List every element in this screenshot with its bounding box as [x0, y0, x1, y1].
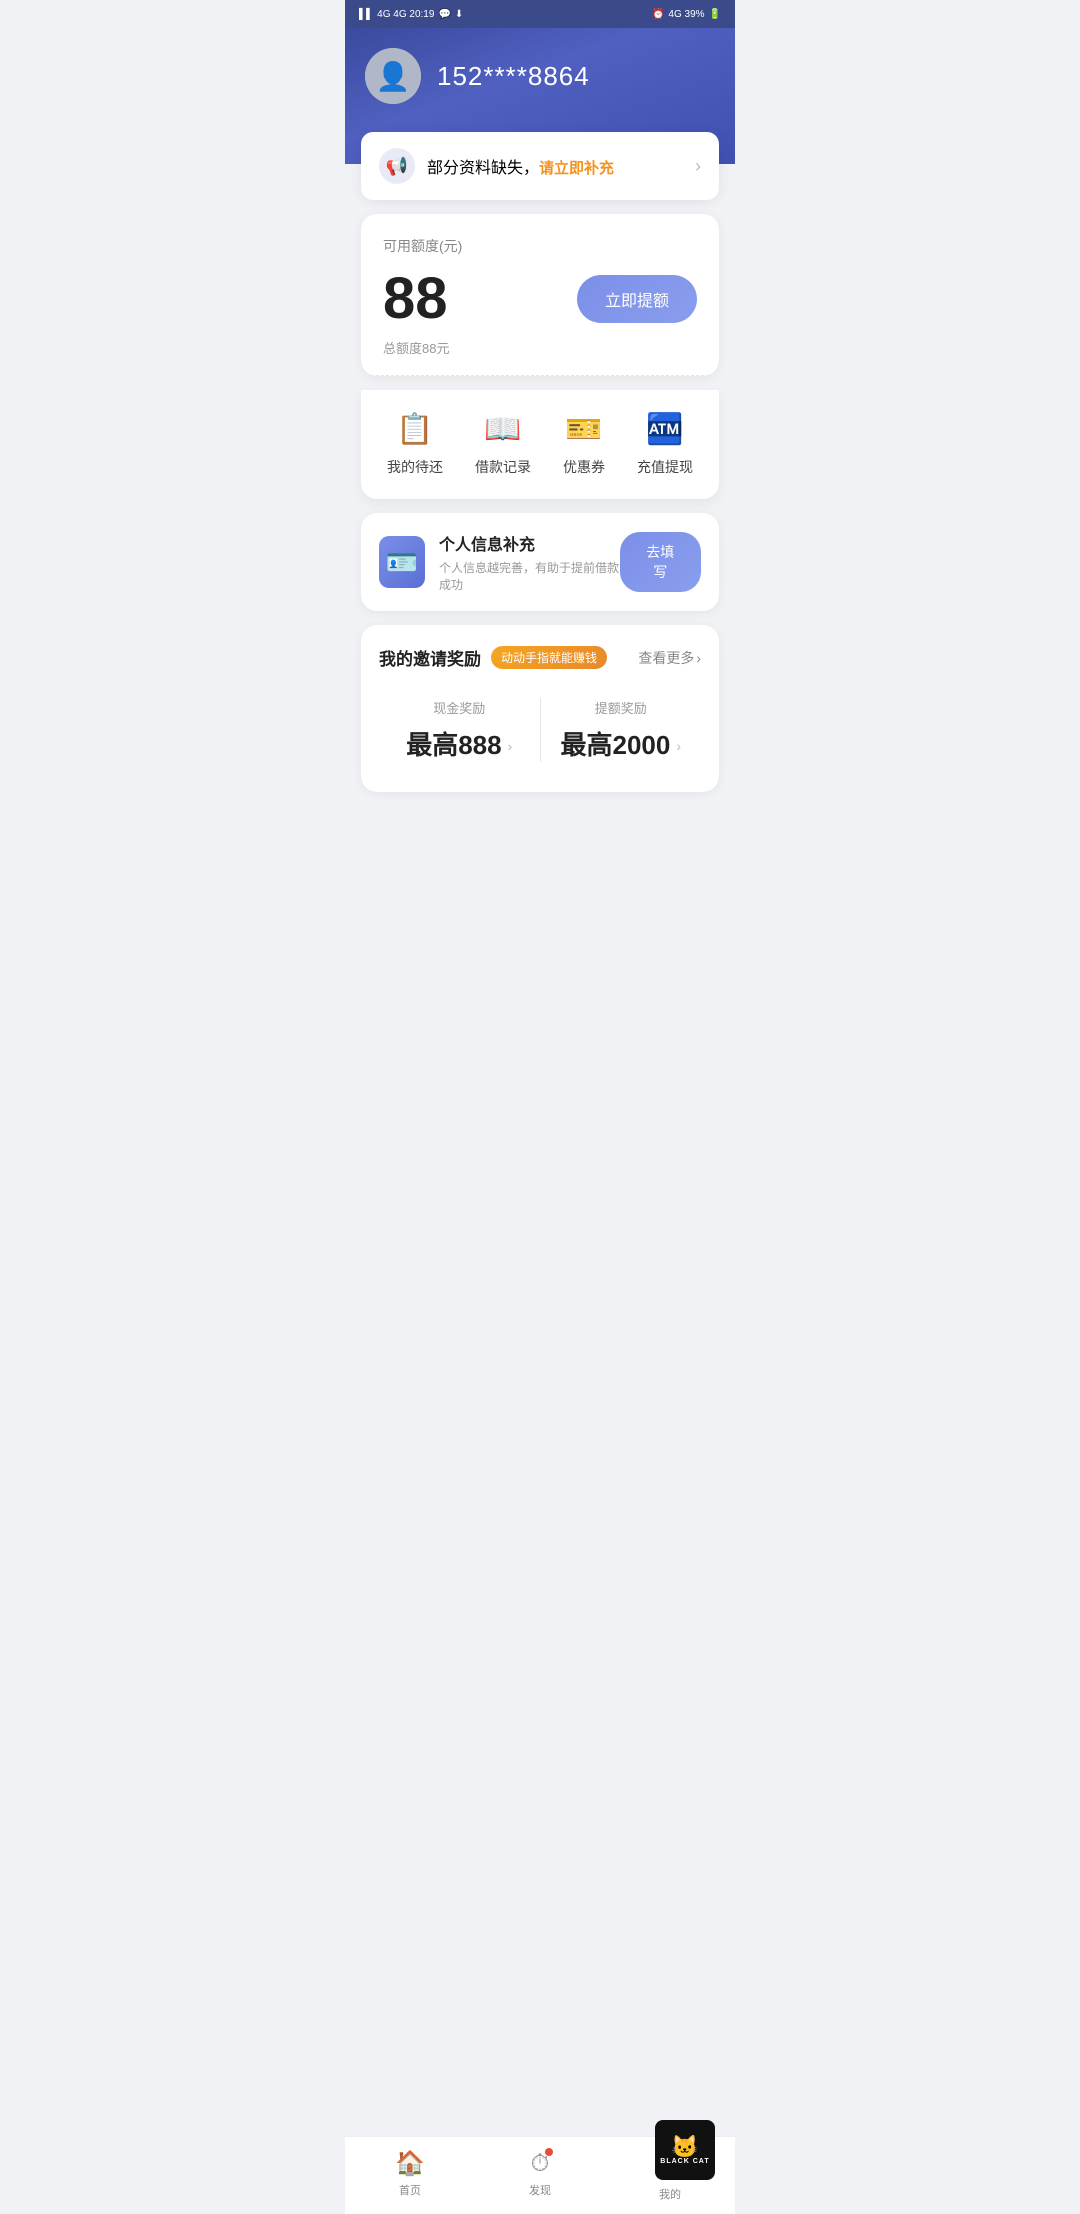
- avatar-person-icon: 👤: [376, 60, 411, 93]
- discover-icon: ⏱: [531, 2150, 550, 2178]
- credit-divider: [361, 375, 719, 376]
- reward-cash-label: 现金奖励: [433, 698, 485, 717]
- withdraw-button[interactable]: 立即提额: [577, 275, 697, 323]
- notice-icon: 📢: [379, 148, 415, 184]
- info-card: 🪪 个人信息补充 个人信息越完善，有助于提前借款成功 去填写: [361, 513, 719, 611]
- nav-label-discover: 发现: [529, 2182, 551, 2198]
- reward-quota[interactable]: 提额奖励 最高2000 ›: [541, 688, 702, 772]
- nav-item-home[interactable]: 🏠 首页: [345, 2149, 475, 2198]
- reward-cash[interactable]: 现金奖励 最高888 ›: [379, 688, 540, 772]
- invitation-badge: 动动手指就能赚钱: [491, 646, 607, 669]
- invitation-section: 我的邀请奖励 动动手指就能赚钱 查看更多 › 现金奖励 最高888 › 提额奖励…: [361, 625, 719, 792]
- credit-label: 可用额度(元): [383, 236, 697, 256]
- wechat-icon: 💬: [438, 9, 450, 20]
- info-card-icon: 🪪: [379, 536, 425, 588]
- invitation-left: 我的邀请奖励 动动手指就能赚钱: [379, 645, 607, 670]
- bottom-nav: 🏠 首页 ⏱ 发现 👤 🐱 BLACK CAT 我的: [345, 2136, 735, 2214]
- bell-icon: 📢: [386, 156, 408, 177]
- nav-dot-discover: [545, 2148, 553, 2156]
- status-right: ⏰ 4G 39% 🔋: [652, 9, 721, 20]
- alarm-icon: ⏰: [652, 9, 664, 20]
- reward-quota-value: 最高2000: [560, 725, 670, 762]
- menu-item-records[interactable]: 📖 借款记录: [475, 412, 531, 477]
- invitation-more-label: 查看更多: [638, 648, 694, 668]
- info-card-desc: 个人信息越完善，有助于提前借款成功: [439, 559, 620, 593]
- info-card-text: 个人信息补充 个人信息越完善，有助于提前借款成功: [439, 531, 620, 593]
- nav-item-discover[interactable]: ⏱ 发现: [475, 2150, 605, 2198]
- notice-link[interactable]: 请立即补充: [539, 160, 614, 177]
- profile-section: 👤 152****8864: [365, 48, 715, 104]
- nav-label-home: 首页: [399, 2182, 421, 2198]
- menu-item-coupons[interactable]: 🎫 优惠券: [563, 412, 605, 477]
- avatar: 👤: [365, 48, 421, 104]
- reward-cash-value: 最高888: [406, 725, 501, 762]
- invitation-title: 我的邀请奖励: [379, 645, 481, 670]
- battery-label: 4G 39%: [668, 9, 704, 20]
- notice-arrow-icon: ›: [695, 156, 701, 177]
- notice-banner[interactable]: 📢 部分资料缺失，请立即补充 ›: [361, 132, 719, 200]
- notice-left: 📢 部分资料缺失，请立即补充: [379, 148, 614, 184]
- menu-label-recharge: 充值提现: [637, 457, 693, 477]
- nav-label-mine: 我的: [659, 2186, 681, 2202]
- info-card-left: 🪪 个人信息补充 个人信息越完善，有助于提前借款成功: [379, 531, 620, 593]
- status-left: ▌▌ 4G 4G 20:19 💬 ⬇: [359, 9, 463, 20]
- person-card-icon: 🪪: [386, 547, 418, 578]
- notice-static-text: 部分资料缺失，: [427, 160, 539, 177]
- invitation-rewards: 现金奖励 最高888 › 提额奖励 最高2000 ›: [379, 688, 701, 772]
- menu-item-pending[interactable]: 📋 我的待还: [387, 412, 443, 477]
- black-cat-label: BLACK CAT: [660, 2158, 709, 2165]
- notice-text: 部分资料缺失，请立即补充: [427, 154, 614, 178]
- reward-quota-label: 提额奖励: [595, 698, 647, 717]
- menu-item-recharge[interactable]: 🏧 充值提现: [637, 412, 693, 477]
- menu-label-pending: 我的待还: [387, 457, 443, 477]
- menu-label-records: 借款记录: [475, 457, 531, 477]
- recharge-icon: 🏧: [646, 412, 683, 447]
- invitation-more-arrow: ›: [696, 650, 701, 666]
- reward-quota-arrow: ›: [676, 738, 681, 754]
- status-bar: ▌▌ 4G 4G 20:19 💬 ⬇ ⏰ 4G 39% 🔋: [345, 0, 735, 28]
- home-icon: 🏠: [395, 2149, 425, 2178]
- nav-item-mine[interactable]: 👤 🐱 BLACK CAT 我的: [605, 2145, 735, 2202]
- download-icon: ⬇: [455, 9, 463, 20]
- reward-cash-arrow: ›: [508, 738, 513, 754]
- credit-main: 88 立即提额: [383, 270, 697, 328]
- quick-menu: 📋 我的待还 📖 借款记录 🎫 优惠券 🏧 充值提现: [361, 390, 719, 499]
- fill-button[interactable]: 去填写: [620, 532, 701, 592]
- battery-icon: 🔋: [709, 9, 721, 20]
- avatar-inner: 👤: [365, 48, 421, 104]
- menu-label-coupons: 优惠券: [563, 457, 605, 477]
- pending-icon: 📋: [396, 412, 433, 447]
- signal-icon: ▌▌: [359, 9, 373, 20]
- credit-amount: 88: [383, 270, 448, 328]
- coupons-icon: 🎫: [565, 412, 602, 447]
- invitation-header: 我的邀请奖励 动动手指就能赚钱 查看更多 ›: [379, 645, 701, 670]
- invitation-more-button[interactable]: 查看更多 ›: [638, 648, 701, 668]
- records-icon: 📖: [484, 412, 521, 447]
- info-card-title: 个人信息补充: [439, 531, 620, 555]
- credit-card: 可用额度(元) 88 立即提额 总额度88元: [361, 214, 719, 376]
- username: 152****8864: [437, 61, 590, 92]
- credit-sub: 总额度88元: [383, 338, 697, 357]
- network-label: 4G 4G 20:19: [377, 9, 434, 20]
